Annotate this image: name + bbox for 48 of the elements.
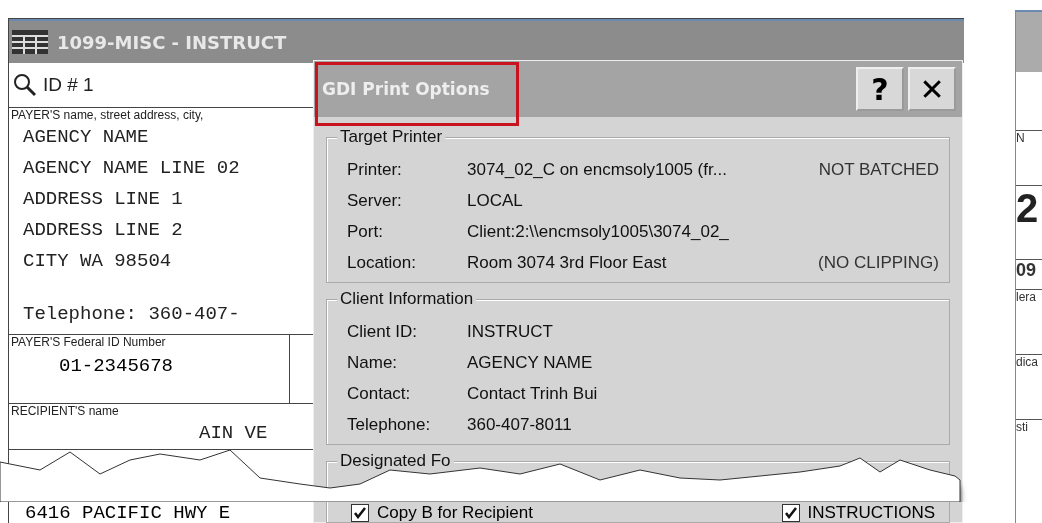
field-value: Client:2:\\encmsoly1005\3074_02_: [467, 221, 730, 242]
text-fragment: 09: [1016, 259, 1042, 281]
status-text: NOT BATCHED: [818, 159, 939, 180]
payer-telephone: Telephone: 360-407-: [22, 302, 241, 327]
checkbox[interactable]: [351, 504, 369, 522]
payer-address-line: AGENCY NAME: [22, 125, 150, 150]
text-fragment: lera: [1016, 289, 1042, 304]
field-label: Location:: [347, 252, 417, 273]
status-text: (NO CLIPPING): [818, 252, 939, 273]
dialog-title: GDI Print Options: [322, 79, 491, 99]
field-label: Server:: [347, 190, 403, 211]
field-value: AGENCY NAME: [467, 352, 594, 373]
payer-address-line: ADDRESS LINE 1: [22, 187, 184, 212]
field-value: 360-407-8011: [467, 414, 573, 435]
field-value: Contact Trinh Bui: [467, 383, 599, 404]
recipient-name: AIN VE: [198, 421, 269, 446]
search-icon: [13, 73, 37, 97]
record-id: ID # 1: [43, 74, 94, 96]
field-value: Room 3074 3rd Floor East: [467, 252, 668, 273]
field-label: Client ID:: [347, 321, 418, 342]
field-value: INSTRUCT: [467, 321, 554, 342]
group-title: Designated Fo: [337, 451, 454, 471]
checkbox-option[interactable]: INSTRUCTIONS: [781, 503, 935, 523]
field-label: Port:: [347, 221, 384, 242]
payer-address-line: AGENCY NAME LINE 02: [22, 156, 241, 181]
group-title: Target Printer: [337, 127, 446, 147]
field-value: 3074_02_C on encmsoly1005 (fr...: [467, 159, 728, 180]
field-label: Telephone:: [347, 414, 432, 435]
field-value: LOCAL: [467, 190, 524, 211]
checkbox-option[interactable]: Copy B for Recipient: [351, 503, 533, 523]
payer-address-line: ADDRESS LINE 2: [22, 218, 184, 243]
field-label: Name:: [347, 352, 399, 373]
field-label: PAYER'S Federal ID Number: [10, 335, 167, 349]
text-fragment: sti: [1016, 419, 1042, 434]
field-label: RECIPIENT'S name: [10, 404, 120, 418]
field-label: Printer:: [347, 159, 403, 180]
grid-icon: [11, 29, 49, 55]
field-label: Contact:: [347, 383, 412, 404]
text-fragment: N: [1016, 130, 1042, 145]
text-fragment: dica: [1016, 354, 1042, 369]
close-button[interactable]: ✕: [908, 67, 956, 111]
payer-address-line: CITY WA 98504: [22, 249, 173, 274]
recipient-address: 6416 PACIFIC HWY E: [25, 504, 232, 522]
federal-id-value: 01-2345678: [58, 354, 175, 377]
help-button[interactable]: ?: [856, 67, 904, 111]
text-fragment: 2: [1016, 185, 1042, 231]
field-label: PAYER'S name, street address, city,: [10, 108, 205, 122]
window-title: 1099-MISC - INSTRUCT: [57, 31, 287, 53]
